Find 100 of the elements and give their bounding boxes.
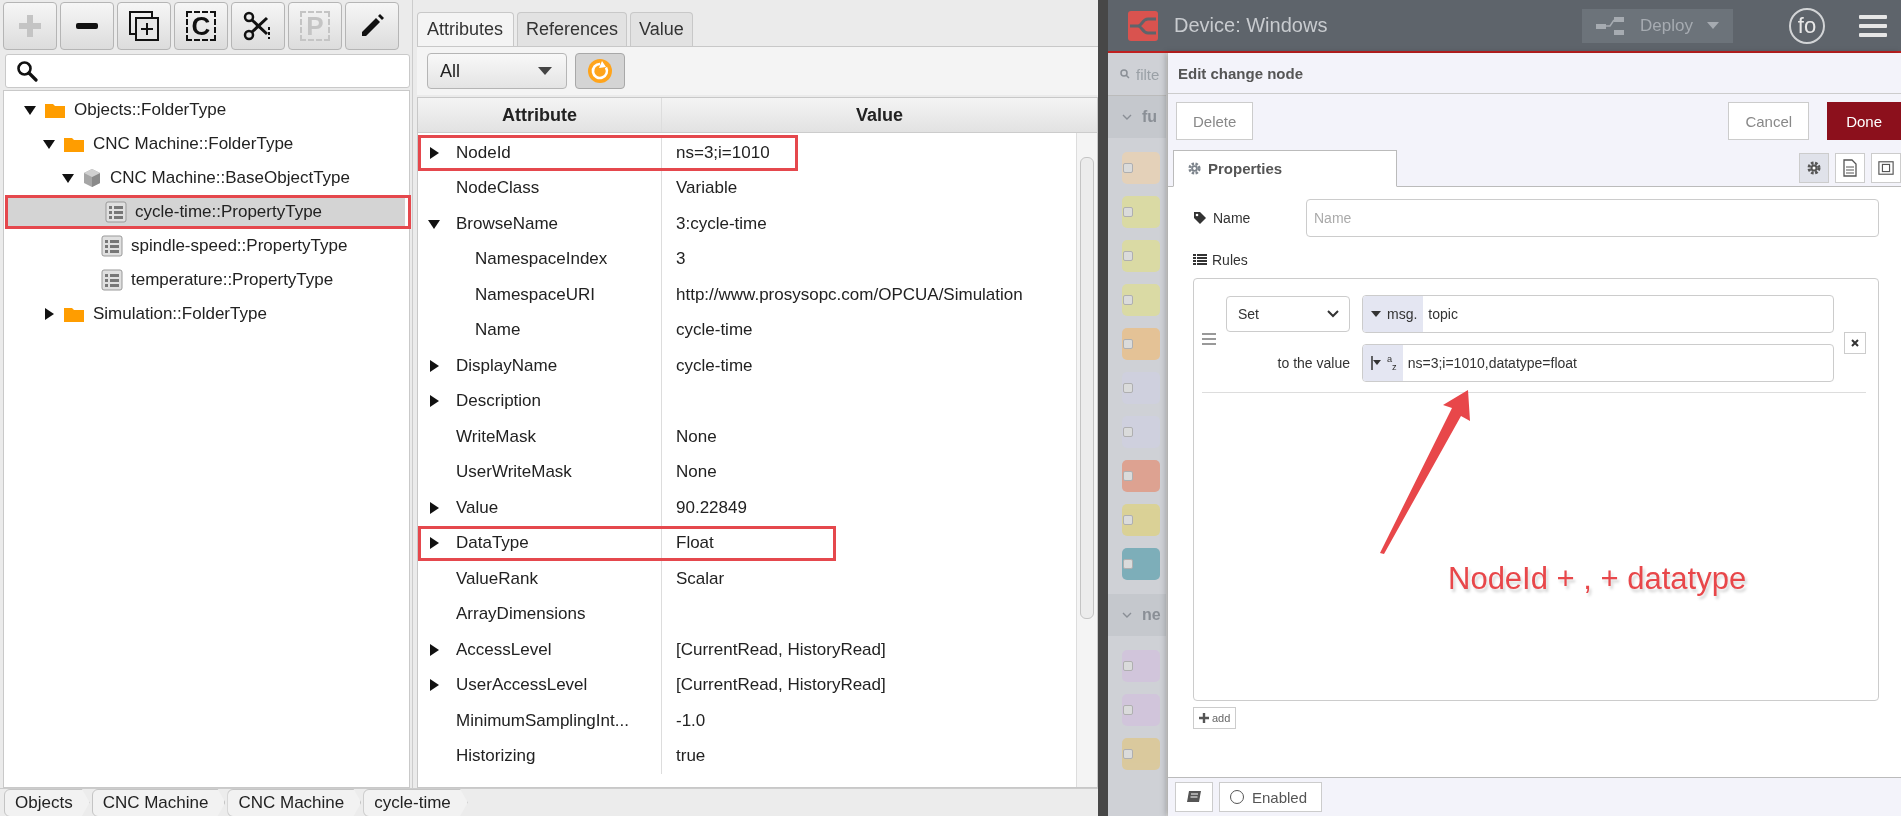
tree-item[interactable]: Objects::FolderType	[4, 93, 409, 127]
expander-icon[interactable]	[428, 501, 440, 514]
tree-item[interactable]: spindle-speed::PropertyType	[4, 229, 409, 263]
attribute-value: cycle-time	[676, 355, 753, 376]
folder-icon	[63, 305, 85, 323]
attribute-name: WriteMask	[456, 426, 536, 447]
edit-button[interactable]	[345, 2, 399, 50]
palette-node[interactable]	[1122, 152, 1160, 184]
scrollbar[interactable]	[1076, 133, 1097, 787]
breadcrumb[interactable]: CNC Machine	[227, 788, 362, 816]
palette-node[interactable]	[1122, 650, 1160, 682]
attribute-name: ValueRank	[456, 568, 538, 589]
add-button[interactable]: add	[1193, 707, 1237, 729]
column-header[interactable]: Value	[662, 98, 1097, 132]
breadcrumb[interactable]: cycle-time	[363, 788, 468, 816]
attribute-name: ArrayDimensions	[456, 604, 586, 625]
tab[interactable]: Value	[630, 12, 693, 46]
plus-icon	[1199, 713, 1209, 723]
palette-node[interactable]	[1122, 372, 1160, 404]
expander-icon[interactable]	[43, 138, 55, 150]
name-label: Name	[1213, 210, 1251, 226]
caret-icon	[1371, 356, 1381, 370]
attribute-value: None	[676, 462, 717, 483]
attribute-value: Variable	[676, 178, 738, 199]
palette-node[interactable]	[1122, 548, 1160, 580]
action-select[interactable]: Set	[1226, 296, 1350, 332]
tab[interactable]: Properties	[1173, 150, 1397, 187]
help-button[interactable]	[1175, 782, 1213, 812]
property-field[interactable]: msg. topic	[1362, 295, 1834, 333]
expander-icon[interactable]	[428, 537, 440, 550]
cancel-button[interactable]: Cancel	[1728, 102, 1810, 140]
search-field[interactable]	[5, 54, 410, 88]
close-icon	[1850, 337, 1860, 348]
type-selector[interactable]: msg.	[1363, 296, 1424, 332]
palette-node[interactable]	[1122, 240, 1160, 272]
copy-button[interactable]: C	[174, 2, 228, 50]
rules-label: Rules	[1212, 252, 1248, 268]
expander-icon[interactable]	[43, 308, 55, 320]
tree-item[interactable]: Simulation::FolderType	[4, 297, 409, 331]
expander-icon[interactable]	[428, 359, 440, 372]
palette-node[interactable]	[1122, 196, 1160, 228]
attribute-name: UserWriteMask	[456, 462, 572, 483]
palette-node[interactable]	[1122, 738, 1160, 770]
user-avatar[interactable]: fo	[1789, 7, 1825, 44]
tab[interactable]: Attributes	[417, 12, 515, 46]
tree-item[interactable]: temperature::PropertyType	[4, 263, 409, 297]
palette-node[interactable]	[1122, 460, 1160, 492]
expander-icon[interactable]	[62, 172, 74, 184]
done-button[interactable]: Done	[1827, 102, 1901, 140]
chevron-icon	[1122, 114, 1132, 120]
menu-icon[interactable]	[1859, 14, 1887, 37]
cube-icon	[82, 168, 102, 188]
flow-icon	[1596, 15, 1627, 36]
tab[interactable]: References	[517, 12, 628, 46]
attribute-name: Value	[456, 497, 499, 518]
attribute-name: Description	[456, 391, 542, 412]
new-button[interactable]	[117, 2, 171, 50]
settings-button[interactable]	[1799, 153, 1829, 183]
remove-button[interactable]	[60, 2, 114, 50]
name-field[interactable]: Name	[1306, 199, 1879, 237]
expander-icon[interactable]	[428, 679, 440, 692]
folder-icon	[44, 101, 66, 119]
expander-icon[interactable]	[428, 146, 440, 159]
palette-node[interactable]	[1122, 694, 1160, 726]
minus-icon	[76, 23, 98, 29]
palette-node[interactable]	[1122, 504, 1160, 536]
column-header[interactable]: Attribute	[418, 98, 662, 132]
attribute-value: 3	[676, 249, 686, 270]
attribute-value: ns=3;i=1010	[676, 142, 770, 163]
tree-item[interactable]: CNC Machine::BaseObjectType	[4, 161, 409, 195]
attribute-name: DisplayName	[456, 355, 558, 376]
appearance-button[interactable]	[1871, 153, 1901, 183]
caret-icon	[1371, 311, 1381, 317]
expander-icon[interactable]	[428, 643, 440, 656]
palette-node[interactable]	[1122, 284, 1160, 316]
expander-icon[interactable]	[24, 104, 36, 116]
list-icon	[105, 201, 127, 223]
description-button[interactable]	[1835, 153, 1865, 183]
expander-icon[interactable]	[428, 395, 440, 408]
remove-rule-button[interactable]	[1844, 331, 1866, 354]
expander-icon[interactable]	[428, 217, 440, 230]
tree-item[interactable]: CNC Machine::FolderType	[4, 127, 409, 161]
plus-icon	[17, 13, 43, 39]
filter-dropdown[interactable]: All	[427, 53, 567, 89]
attribute-name: UserAccessLevel	[456, 675, 588, 696]
folder-icon	[63, 135, 85, 153]
cut-button[interactable]	[231, 2, 285, 50]
enabled-toggle[interactable]: Enabled	[1219, 782, 1323, 812]
scissors-icon	[243, 11, 273, 41]
attribute-name: MinimumSamplingInt...	[456, 710, 629, 731]
delete-button[interactable]: Delete	[1176, 102, 1254, 140]
drag-handle-icon[interactable]	[1202, 332, 1216, 345]
palette-node[interactable]	[1122, 416, 1160, 448]
list-icon	[101, 235, 123, 257]
attribute-value: Float	[676, 533, 714, 554]
attribute-value: Scalar	[676, 568, 725, 589]
palette-node[interactable]	[1122, 328, 1160, 360]
breadcrumb[interactable]: Objects	[4, 788, 90, 816]
attribute-name: NodeClass	[456, 178, 540, 199]
breadcrumb[interactable]: CNC Machine	[91, 788, 226, 816]
